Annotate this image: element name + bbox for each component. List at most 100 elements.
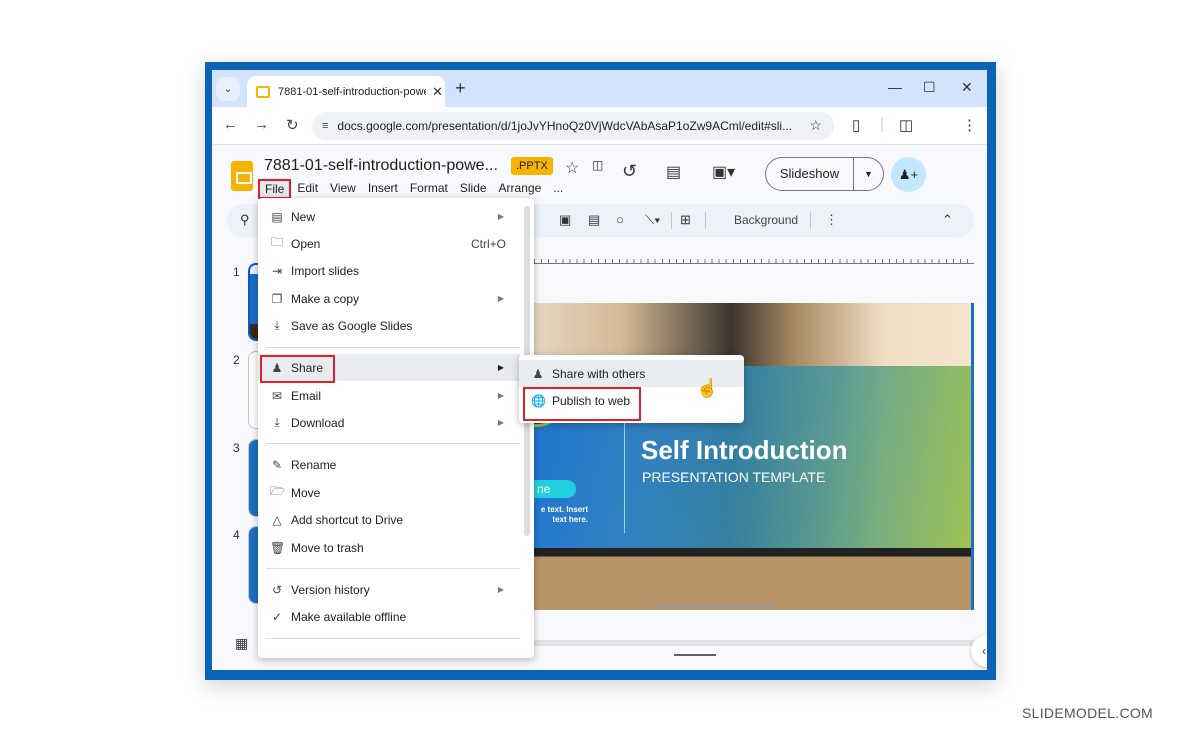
menu-item-move[interactable]: 🗁 Move: [258, 479, 520, 506]
watermark: SLIDEMODEL.COM: [1022, 705, 1153, 721]
menu-item-add-shortcut-to-drive[interactable]: △ Add shortcut to Drive: [258, 506, 520, 533]
comment-icon[interactable]: ▤: [666, 162, 681, 182]
move-folder-icon: 🗁: [270, 484, 285, 498]
minimize-icon[interactable]: —: [888, 79, 902, 95]
menu-item-save-as-google-slides[interactable]: ⤓ Save as Google Slides: [258, 312, 520, 339]
side-panel-icon[interactable]: ◫: [899, 116, 913, 134]
menu-item-label: Share with others: [552, 366, 646, 381]
publish-highlight-box: [523, 387, 641, 421]
menu-item-label: Open: [291, 236, 321, 251]
menu-item-label: Add shortcut to Drive: [291, 512, 404, 527]
close-tab-icon[interactable]: ✕: [432, 84, 443, 100]
menu-item-download[interactable]: ⤓ Download ▶: [258, 409, 520, 436]
toolbar-divider: [810, 212, 811, 229]
submenu-arrow-icon: ▶: [497, 363, 504, 372]
file-type-badge: .PPTX: [511, 157, 553, 175]
person-add-icon: ♟+: [898, 166, 919, 182]
slides-logo-icon[interactable]: [231, 161, 253, 191]
menu-slide[interactable]: Slide: [454, 179, 493, 199]
menu-divider: [266, 638, 520, 639]
folder-icon: 🗀: [270, 235, 283, 249]
share-button[interactable]: ♟+: [891, 157, 926, 192]
close-window-icon[interactable]: ✕: [961, 79, 973, 96]
star-icon[interactable]: ☆: [809, 117, 822, 134]
history-icon: ↺: [271, 582, 283, 597]
menu-item-label: Version history: [291, 582, 370, 597]
menu-item-label: Rename: [291, 457, 337, 472]
menu-item-label: Make a copy: [291, 291, 360, 306]
search-menus-icon[interactable]: ⚲: [240, 212, 250, 228]
submenu-arrow-icon: ▶: [497, 391, 504, 400]
text-box-icon[interactable]: ▣: [559, 212, 571, 228]
submenu-arrow-icon: ▶: [497, 418, 504, 427]
background-button[interactable]: Background: [734, 213, 798, 227]
menu-item-move-to-trash[interactable]: 🗑 Move to trash: [258, 534, 520, 561]
hand-cursor-icon: ☝: [696, 378, 719, 398]
image-icon[interactable]: ▤: [588, 212, 600, 228]
submenu-arrow-icon: ▶: [497, 212, 504, 221]
menu-item-label: Save as Google Slides: [291, 318, 413, 333]
puzzle-icon[interactable]: ▯: [852, 116, 860, 134]
slideshow-button[interactable]: Slideshow ▼: [765, 157, 884, 191]
download-icon: ⤓: [274, 415, 280, 429]
menu-file[interactable]: File: [258, 179, 292, 199]
reload-icon[interactable]: ↻: [286, 116, 299, 134]
menu-item-make-a-copy[interactable]: ❐ Make a copy ▶: [258, 285, 520, 312]
submenu-arrow-icon: ▶: [497, 585, 504, 594]
speaker-notes-handle[interactable]: [674, 654, 716, 656]
shape-icon[interactable]: ○: [616, 212, 624, 227]
video-call-icon[interactable]: ▣▾: [712, 162, 735, 182]
menu-view[interactable]: View: [324, 179, 362, 199]
menu-edit[interactable]: Edit: [291, 179, 324, 199]
menu-item-version-history[interactable]: ↺ Version history ▶: [258, 576, 520, 603]
menu-bar: File Edit View Insert Format Slide Arran…: [258, 179, 569, 199]
star-icon[interactable]: ☆: [565, 158, 579, 178]
slide-subtitle: PRESENTATION TEMPLATE: [642, 469, 826, 485]
more-options-icon[interactable]: ⋮: [825, 212, 838, 228]
menu-item-label: Move to trash: [291, 540, 364, 555]
menu-item-import-slides[interactable]: ⇥ Import slides: [258, 257, 520, 284]
toolbar-divider: [705, 212, 706, 229]
slideshow-dropdown-icon[interactable]: ▼: [854, 169, 883, 179]
history-icon[interactable]: ↺: [622, 161, 637, 182]
grid-view-icon[interactable]: ▦: [235, 635, 248, 652]
menu-divider: [266, 443, 520, 444]
move-icon[interactable]: ◫: [592, 158, 603, 172]
menu-item-label: Import slides: [291, 263, 360, 278]
horizontal-scrollbar[interactable]: [534, 640, 974, 646]
add-comment-icon[interactable]: ⊞: [680, 212, 691, 228]
kebab-icon[interactable]: ⋮: [962, 116, 977, 134]
maximize-icon[interactable]: ☐: [923, 79, 936, 96]
menu-divider: [266, 568, 520, 569]
menu-format[interactable]: Format: [404, 179, 454, 199]
horizontal-ruler[interactable]: [534, 256, 974, 264]
menu-more[interactable]: ...: [547, 179, 569, 199]
document-title[interactable]: 7881-01-self-introduction-powe...: [264, 157, 498, 175]
browser-toolbar: ← → ↻ ≡ docs.google.com/presentation/d/1…: [212, 107, 987, 145]
slide-number: 2: [233, 353, 240, 367]
menu-insert[interactable]: Insert: [362, 179, 404, 199]
back-icon[interactable]: ←: [223, 116, 238, 133]
url-text[interactable]: docs.google.com/presentation/d/1joJvYHno…: [337, 119, 792, 133]
tune-icon[interactable]: ≡: [322, 120, 329, 132]
browser-tab[interactable]: 7881-01-self-introduction-powerpoint-tem…: [247, 76, 445, 107]
tab-search-button[interactable]: ⌄: [216, 77, 240, 101]
menu-item-make-available-offline[interactable]: ✓ Make available offline: [258, 603, 520, 630]
new-tab-icon[interactable]: +: [455, 78, 466, 99]
slideshow-label[interactable]: Slideshow: [766, 158, 854, 190]
address-bar[interactable]: ≡ docs.google.com/presentation/d/1joJvYH…: [312, 112, 834, 140]
forward-icon[interactable]: →: [254, 116, 269, 133]
drive-shortcut-icon: △: [272, 512, 282, 527]
menu-item-new[interactable]: ▤ New ▶: [258, 203, 520, 230]
menu-arrange[interactable]: Arrange: [493, 179, 548, 199]
menu-item-rename[interactable]: ✎ Rename: [258, 451, 520, 478]
menu-item-open[interactable]: 🗀 Open Ctrl+O: [258, 230, 520, 257]
rename-icon: ✎: [271, 457, 283, 472]
screenshot-frame: ⌄ 7881-01-self-introduction-powerpoint-t…: [205, 62, 996, 680]
line-icon[interactable]: ⟍▾: [645, 212, 660, 228]
slide-canvas[interactable]: ne e text. Insert text here. Self Introd…: [534, 303, 974, 610]
menu-item-label: Make available offline: [291, 609, 407, 624]
collapse-toolbar-icon[interactable]: ⌃: [942, 212, 953, 228]
chevron-left-icon: ‹: [982, 644, 986, 658]
menu-item-email[interactable]: ✉ Email ▶: [258, 382, 520, 409]
